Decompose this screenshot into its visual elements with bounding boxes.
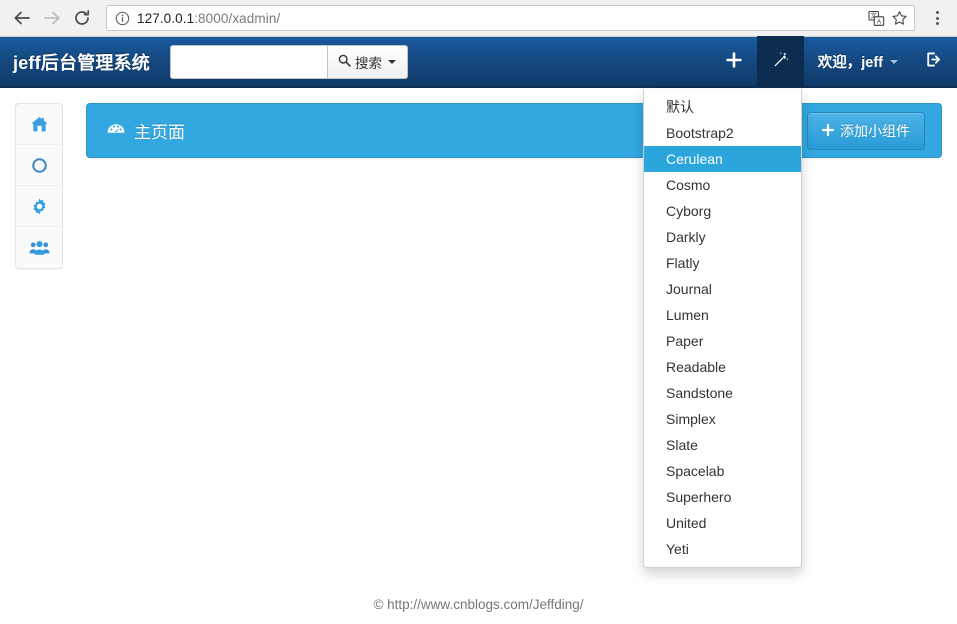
sidebar-item-users[interactable] [16, 227, 62, 268]
user-menu[interactable]: 欢迎，jeff [804, 36, 910, 87]
panel-heading: 主页面 添加小组件 [86, 103, 942, 158]
sidebar-item-circle[interactable] [16, 145, 62, 186]
circle-icon [30, 156, 49, 175]
theme-option[interactable]: Lumen [644, 302, 801, 328]
theme-option[interactable]: Slate [644, 432, 801, 458]
theme-option[interactable]: Paper [644, 328, 801, 354]
app-navbar: jeff后台管理系统 搜索 欢迎，jeff [0, 36, 957, 88]
star-icon[interactable] [891, 10, 908, 27]
sidebar-item-settings[interactable] [16, 186, 62, 227]
brand-title[interactable]: jeff后台管理系统 [0, 49, 164, 75]
logout-button[interactable] [910, 36, 957, 87]
menu-dot [935, 11, 939, 14]
add-widget-label: 添加小组件 [840, 122, 910, 139]
chevron-down-icon [388, 59, 396, 64]
translate-icon[interactable]: 文 A [868, 10, 885, 27]
forward-arrow-icon[interactable] [37, 3, 67, 33]
theme-option[interactable]: Superhero [644, 484, 801, 510]
add-widget-button[interactable]: 添加小组件 [807, 111, 925, 150]
user-menu-label: 欢迎，jeff [817, 55, 883, 71]
theme-option[interactable]: Cyborg [644, 198, 801, 224]
search-icon [338, 54, 351, 70]
plus-icon [821, 123, 835, 139]
add-button[interactable] [711, 36, 757, 87]
plus-icon [726, 51, 742, 72]
panel-title-text: 主页面 [134, 123, 185, 142]
page-info-icon[interactable] [115, 11, 130, 26]
address-bar[interactable]: 127.0.0.1:8000/xadmin/ 文 A [106, 5, 915, 31]
search-button-label: 搜索 [355, 55, 382, 71]
menu-dot [935, 22, 939, 25]
footer: © http://www.cnblogs.com/Jeffding/ [0, 597, 957, 612]
theme-switch-button[interactable] [756, 36, 804, 87]
three-dot-menu-icon[interactable] [923, 3, 951, 33]
browser-toolbar: 127.0.0.1:8000/xadmin/ 文 A [0, 0, 957, 37]
theme-option[interactable]: Journal [644, 276, 801, 302]
page-title: 主页面 [106, 118, 185, 143]
search-input[interactable] [170, 44, 327, 79]
dashboard-icon [106, 118, 126, 143]
url-text: 127.0.0.1:8000/xadmin/ [137, 10, 281, 26]
chevron-down-icon [890, 59, 898, 64]
theme-option[interactable]: Spacelab [644, 458, 801, 484]
theme-option[interactable]: Simplex [644, 406, 801, 432]
theme-option[interactable]: United [644, 510, 801, 536]
navbar-right-actions: 欢迎，jeff [711, 36, 957, 87]
theme-option[interactable]: Sandstone [644, 380, 801, 406]
theme-option[interactable]: Bootstrap2 [644, 120, 801, 146]
theme-dropdown-menu: 默认 Bootstrap2 Cerulean Cosmo Cyborg Darkly Fla… [643, 89, 802, 568]
theme-option[interactable]: Flatly [644, 250, 801, 276]
logout-icon [925, 51, 942, 72]
theme-option[interactable]: Darkly [644, 224, 801, 250]
page-body: 主页面 添加小组件 © http://www.cnblogs.com/Jeffd… [0, 90, 957, 624]
sidebar-icon-rail [15, 103, 63, 269]
users-icon [28, 238, 50, 257]
home-icon [30, 115, 49, 134]
theme-option[interactable]: Cosmo [644, 172, 801, 198]
footer-text: © http://www.cnblogs.com/Jeffding/ [373, 597, 584, 612]
gear-icon [30, 197, 49, 216]
theme-option[interactable]: 默认 [644, 94, 801, 120]
theme-option[interactable]: Yeti [644, 536, 801, 562]
reload-icon[interactable] [67, 3, 97, 33]
back-arrow-icon[interactable] [7, 3, 37, 33]
theme-option[interactable]: Cerulean [644, 146, 801, 172]
menu-dot [935, 16, 939, 20]
search-button[interactable]: 搜索 [327, 44, 408, 79]
dashboard-panel: 主页面 添加小组件 [86, 103, 942, 158]
sidebar-item-home[interactable] [16, 104, 62, 145]
magic-wand-icon [772, 51, 789, 72]
search-form: 搜索 [170, 44, 408, 79]
panel-tools: 添加小组件 [807, 111, 925, 150]
theme-option[interactable]: Readable [644, 354, 801, 380]
